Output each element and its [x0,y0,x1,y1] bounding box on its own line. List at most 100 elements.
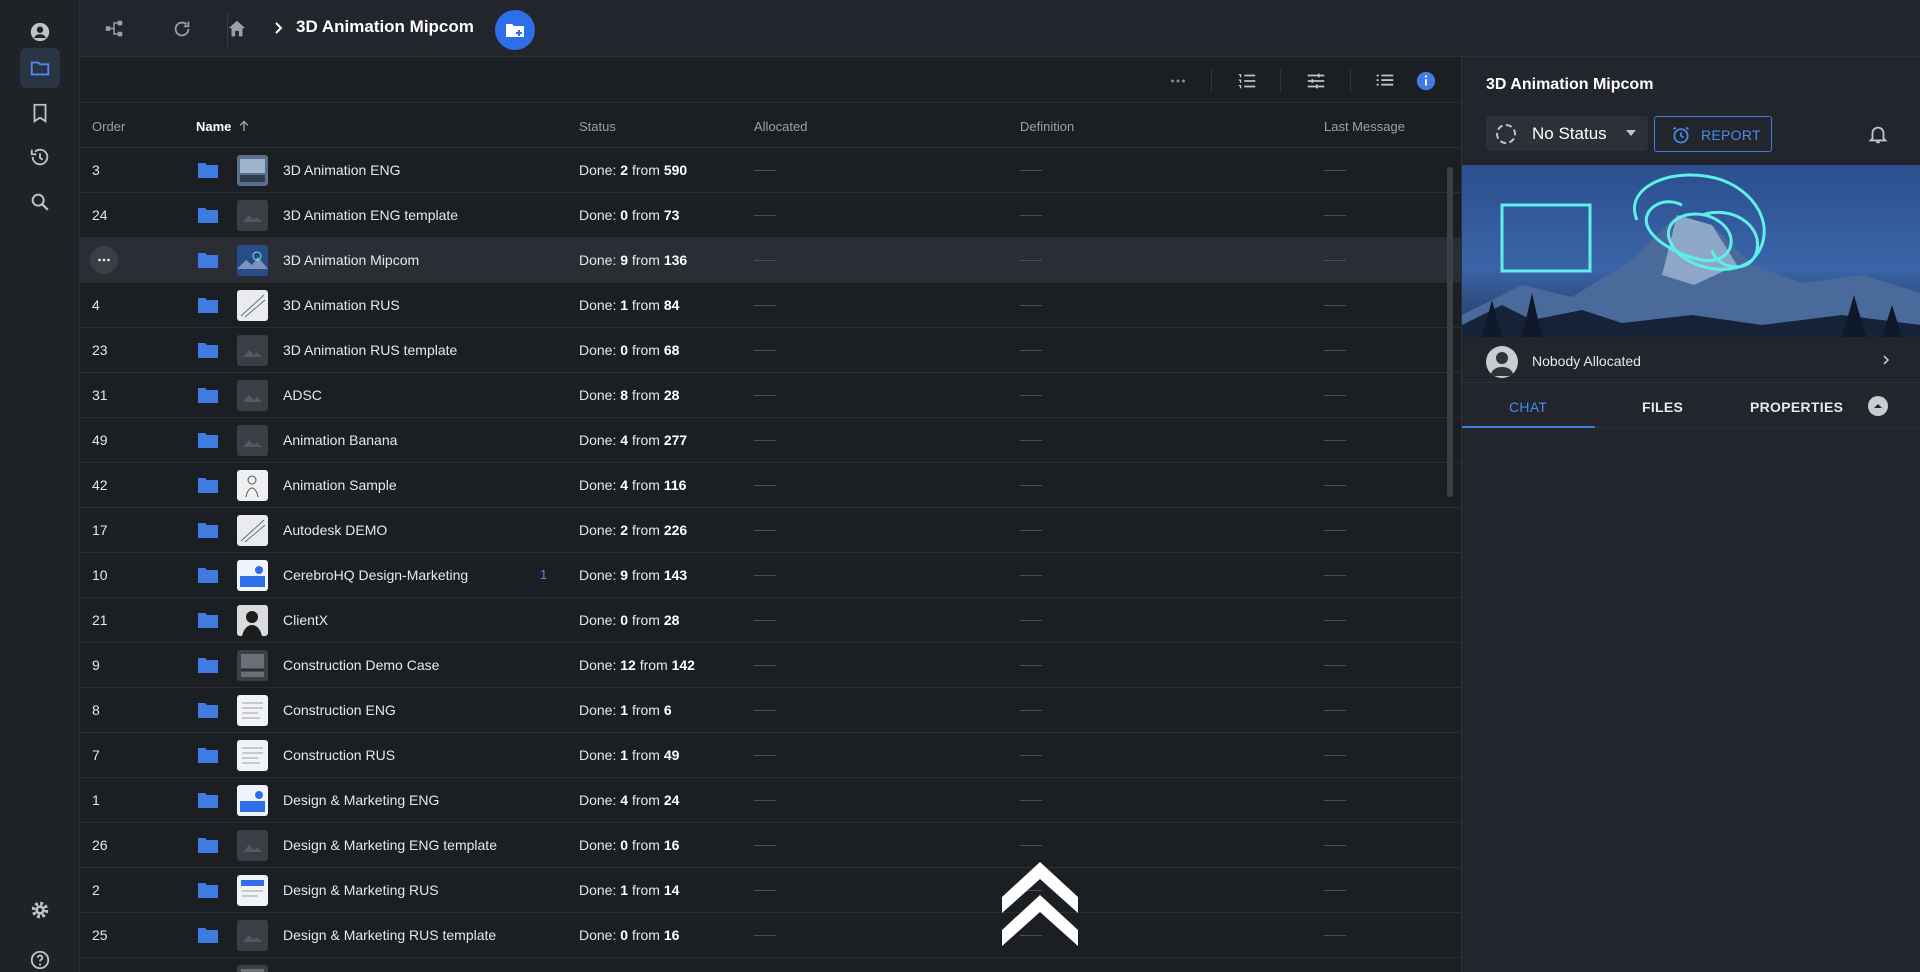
table-row[interactable]: 7 Construction RUS Done: 1 from 49 [80,733,1461,778]
row-thumbnail[interactable] [237,965,268,972]
profile-button[interactable] [20,12,60,52]
row-name[interactable]: CerebroHQ Design-Marketing [283,567,468,583]
bell-icon[interactable] [1867,123,1889,145]
refresh-icon [174,21,190,37]
row-name[interactable]: Construction RUS [283,747,395,763]
table-row[interactable]: 3 3D Animation ENG Done: 2 from 590 [80,148,1461,193]
toolbar-divider [1211,69,1212,93]
table-row[interactable]: 43Design & Marketing SampleDone: 2 from … [80,958,1461,972]
row-name[interactable]: Design & Marketing RUS template [283,927,496,943]
hierarchy-button[interactable] [100,15,128,43]
row-name[interactable]: 3D Animation Mipcom [283,252,419,268]
row-thumbnail[interactable] [237,830,268,861]
row-thumbnail[interactable] [237,245,268,276]
table-row[interactable]: 24 3D Animation ENG template Done: 0 from … [80,193,1461,238]
row-name[interactable]: Animation Banana [283,432,397,448]
filters-button[interactable] [1301,66,1331,96]
info-icon [1416,71,1436,91]
table-row[interactable]: 49 Animation Banana Done: 4 from 277 [80,418,1461,463]
table-row[interactable]: 1 Design & Marketing ENG Done: 4 from 24 [80,778,1461,823]
row-name[interactable]: Animation Sample [283,477,397,493]
row-thumbnail[interactable] [237,470,268,501]
help-button[interactable] [20,940,60,972]
settings-button[interactable] [20,890,60,930]
list-scrollbar[interactable] [1447,167,1453,497]
table-row[interactable]: 8 Construction ENG Done: 1 from 6 [80,688,1461,733]
total-count: 16 [663,927,680,943]
row-thumbnail[interactable] [237,290,268,321]
column-name[interactable]: Name [196,119,231,134]
toolbar-divider [1350,69,1351,93]
column-definition[interactable]: Definition [1020,119,1074,134]
table-row[interactable]: 10 CerebroHQ Design-Marketing 1 Done: 9 fro… [80,553,1461,598]
more-options-button[interactable] [1163,66,1193,96]
row-thumbnail[interactable] [237,515,268,546]
breadcrumb-current[interactable]: 3D Animation Mipcom [296,17,474,37]
row-name[interactable]: ClientX [283,612,328,628]
projects-button[interactable] [20,48,60,88]
table-row[interactable]: 21 ClientX Done: 0 from 28 [80,598,1461,643]
list-view-button[interactable] [1370,66,1400,96]
row-thumbnail[interactable] [237,335,268,366]
row-name[interactable]: 3D Animation ENG [283,162,401,178]
row-name[interactable]: ADSC [283,387,322,403]
row-thumbnail[interactable] [237,875,268,906]
report-button[interactable]: REPORT [1654,116,1772,152]
row-name[interactable]: Design & Marketing ENG [283,792,439,808]
numbered-list-button[interactable] [1232,66,1262,96]
history-button[interactable] [20,137,60,177]
row-name[interactable]: Construction Demo Case [283,657,439,673]
row-name[interactable]: Design & Marketing ENG template [283,837,497,853]
table-row[interactable]: 2 Design & Marketing RUS Done: 1 from 14 [80,868,1461,913]
add-folder-button[interactable] [495,10,535,50]
collapse-button[interactable] [1868,396,1888,416]
table-row[interactable]: 4 3D Animation RUS Done: 1 from 84 [80,283,1461,328]
table-row[interactable]: 9 Construction Demo Case Done: 12 from 142 [80,643,1461,688]
row-thumbnail[interactable] [237,605,268,636]
row-thumbnail[interactable] [237,200,268,231]
row-thumbnail[interactable] [237,380,268,411]
table-row[interactable]: 25 Design & Marketing RUS template Done: 0… [80,913,1461,958]
table-row[interactable]: 26 Design & Marketing ENG template Done: 0… [80,823,1461,868]
row-thumbnail[interactable] [237,650,268,681]
row-thumbnail[interactable] [237,560,268,591]
tab-files[interactable]: FILES [1642,399,1683,415]
row-thumbnail[interactable] [237,740,268,771]
empty-value [1324,440,1346,441]
row-name[interactable]: Autodesk DEMO [283,522,387,538]
row-more-button[interactable] [90,246,118,274]
table-row[interactable]: 31 ADSC Done: 8 from 28 [80,373,1461,418]
row-thumbnail[interactable] [237,425,268,456]
row-name[interactable]: 3D Animation RUS template [283,342,457,358]
column-allocated[interactable]: Allocated [754,119,807,134]
row-name[interactable]: Construction ENG [283,702,396,718]
row-name[interactable]: 3D Animation ENG template [283,207,458,223]
table-row[interactable]: 42 Animation Sample Done: 4 from 116 [80,463,1461,508]
app-root: 3D Animation Mipcom Order Name Status Al… [0,0,1920,972]
refresh-button[interactable] [168,15,196,43]
row-thumbnail[interactable] [237,155,268,186]
column-status[interactable]: Status [579,119,616,134]
info-button[interactable] [1411,66,1441,96]
bookmarks-button[interactable] [20,93,60,133]
column-order[interactable]: Order [92,119,125,134]
row-thumbnail[interactable] [237,920,268,951]
search-button[interactable] [20,182,60,222]
project-preview-image[interactable] [1462,165,1920,337]
sort-ascending-icon[interactable] [238,120,250,132]
empty-value [1020,620,1042,621]
table-row[interactable]: 3D Animation Mipcom Done: 9 from 136 [80,238,1461,283]
allocation-row[interactable]: Nobody Allocated [1462,337,1920,383]
table-row[interactable]: 17 Autodesk DEMO Done: 2 from 226 [80,508,1461,553]
row-name[interactable]: 3D Animation RUS [283,297,400,313]
tab-chat[interactable]: CHAT [1509,399,1547,415]
scroll-to-top-icon[interactable] [1000,857,1080,947]
row-thumbnail[interactable] [237,695,268,726]
row-thumbnail[interactable] [237,785,268,816]
tab-properties[interactable]: PROPERTIES [1750,399,1843,415]
status-dropdown[interactable]: No Status [1486,116,1648,151]
table-row[interactable]: 23 3D Animation RUS template Done: 0 from … [80,328,1461,373]
column-last-message[interactable]: Last Message [1324,119,1405,134]
home-button[interactable] [223,15,251,43]
row-name[interactable]: Design & Marketing RUS [283,882,439,898]
